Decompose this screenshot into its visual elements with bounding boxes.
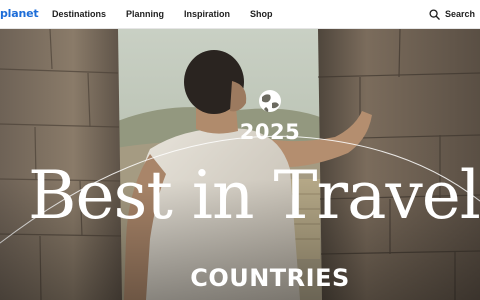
globe-icon bbox=[259, 90, 281, 112]
nav-item-destinations[interactable]: Destinations bbox=[52, 8, 106, 20]
hero-title: Best in Travel bbox=[28, 157, 480, 234]
nav-item-inspiration[interactable]: Inspiration bbox=[184, 8, 230, 20]
top-navigation: planet Destinations Planning Inspiration… bbox=[0, 0, 480, 29]
search-icon bbox=[429, 8, 440, 20]
search-button[interactable]: Search bbox=[429, 7, 475, 21]
hero-subtitle[interactable]: COUNTRIES bbox=[0, 263, 480, 293]
site-logo[interactable]: planet bbox=[0, 7, 39, 21]
nav-item-planning[interactable]: Planning bbox=[126, 8, 164, 20]
nav-item-shop[interactable]: Shop bbox=[250, 8, 273, 20]
hero-banner[interactable]: 2025 Best in Travel COUNTRIES bbox=[0, 29, 480, 300]
hero-year: 2025 bbox=[239, 120, 301, 144]
search-label: Search bbox=[445, 9, 476, 19]
